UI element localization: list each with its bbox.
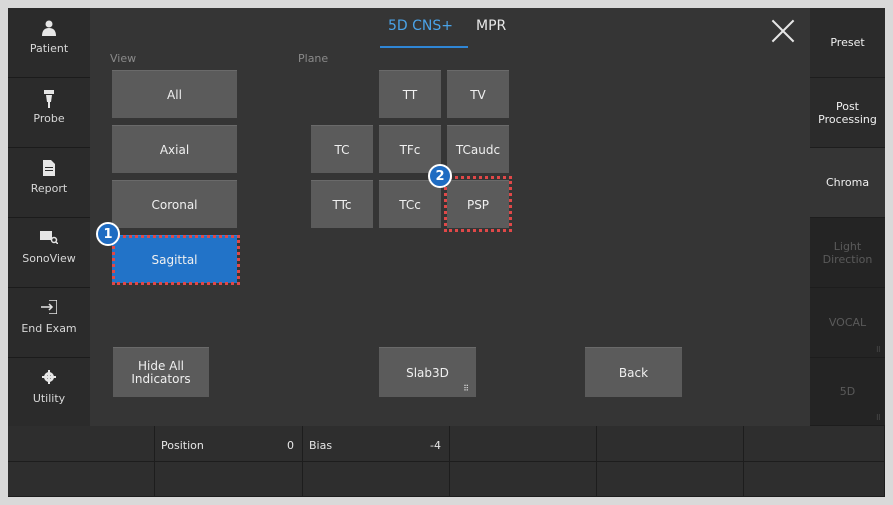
vocal-label: VOCAL [828,316,867,329]
view-axial-button[interactable]: Axial [112,125,237,173]
sidebar-item-utility[interactable]: Utility [8,358,90,426]
bias-control[interactable]: Bias -4 [303,426,450,462]
step-marker-1: 1 [96,222,120,246]
bottom-cell-empty [744,426,885,462]
probe-icon [40,90,58,108]
sidebar-item-label: Patient [29,42,69,55]
grip-icon: ⠿ [463,384,469,393]
view-section-label: View [110,52,137,65]
bottom-cell-empty [597,426,744,462]
left-sidebar: Patient Probe Report SonoView End Exam U… [8,8,90,426]
grip-icon: ⠿ [875,346,881,354]
bottom-cell-empty [8,426,155,462]
grip-icon: ⠿ [875,414,881,422]
slab3d-button[interactable]: Slab3D ⠿ [379,347,476,397]
sidebar-item-vocal: VOCAL ⠿ [810,288,885,358]
tab-mpr[interactable]: MPR [476,18,516,48]
person-icon [40,20,58,38]
bottom-cell-empty [450,426,597,462]
sidebar-item-chroma[interactable]: Chroma [810,148,885,218]
plane-ttc-button[interactable]: TTc [311,180,373,228]
sidebar-item-end-exam[interactable]: End Exam [8,288,90,358]
bias-label: Bias [309,439,333,452]
sidebar-item-label: End Exam [21,322,77,335]
view-coronal-button[interactable]: Coronal [112,180,237,228]
sidebar-item-label: SonoView [22,252,76,265]
bottom-cell-empty [303,462,450,497]
highlight-box [444,176,512,232]
plane-section-label: Plane [298,52,329,65]
position-value: 0 [287,439,294,452]
plane-tcaudc-button[interactable]: TCaudc [447,125,509,173]
bottom-cell-empty [597,462,744,497]
tab-5d-cns[interactable]: 5D CNS+ [380,18,468,48]
plane-tcc-button[interactable]: TCc [379,180,441,228]
step-marker-2: 2 [428,164,452,188]
bottom-cell-empty [155,462,303,497]
sidebar-item-probe[interactable]: Probe [8,78,90,148]
sonoview-icon [40,230,59,248]
highlight-box [112,235,240,285]
plane-tc-button[interactable]: TC [311,125,373,173]
sidebar-item-preset[interactable]: Preset [810,8,885,78]
right-sidebar: Preset Post Processing Chroma Light Dire… [810,8,885,426]
plane-tt-button[interactable]: TT [379,70,441,118]
sidebar-item-label: Probe [33,112,65,125]
bias-value: -4 [430,439,441,452]
hide-all-indicators-button[interactable]: Hide All Indicators [113,347,209,397]
back-button[interactable]: Back [585,347,682,397]
slab3d-label: Slab3D [406,365,449,380]
position-label: Position [161,439,204,452]
5d-label: 5D [839,385,856,398]
main-panel: 5D CNS+ MPR View Plane All Axial Coronal… [90,8,810,426]
sidebar-item-post-processing[interactable]: Post Processing [810,78,885,148]
bottom-control-strip: Position 0 Bias -4 [8,426,885,497]
view-all-button[interactable]: All [112,70,237,118]
bottom-cell-empty [744,462,885,497]
sidebar-item-patient[interactable]: Patient [8,8,90,78]
bottom-cell-empty [8,462,155,497]
sidebar-item-label: Utility [32,392,66,405]
plane-tv-button[interactable]: TV [447,70,509,118]
gear-icon [40,370,58,388]
sidebar-item-5d: 5D ⠿ [810,358,885,426]
close-icon[interactable] [770,18,796,44]
sidebar-item-sonoview[interactable]: SonoView [8,218,90,288]
position-control[interactable]: Position 0 [155,426,303,462]
document-icon [40,160,58,178]
sidebar-item-label: Report [30,182,68,195]
sidebar-item-light-direction: Light Direction [810,218,885,288]
bottom-cell-empty [450,462,597,497]
sidebar-item-report[interactable]: Report [8,148,90,218]
exit-icon [40,299,58,318]
